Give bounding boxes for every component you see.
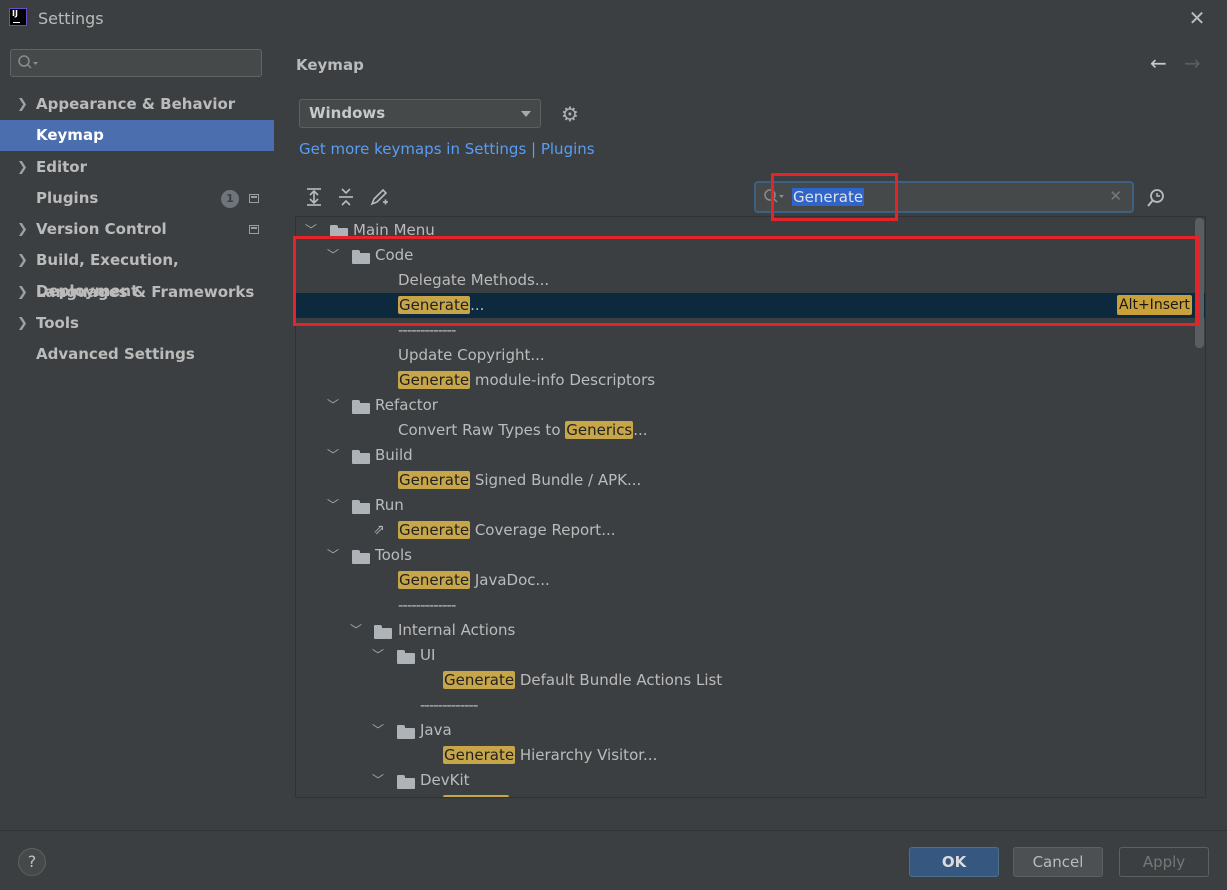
sidebar-item-plugins[interactable]: Plugins 1 [0,183,274,214]
search-icon [762,186,786,210]
keymap-filter-input[interactable]: Generate ✕ [754,181,1134,213]
sidebar-item-appearance-behavior[interactable]: ❯ Appearance & Behavior [0,89,274,120]
tree-row[interactable]: ﹀ Java [296,718,1205,743]
sidebar-item-tools[interactable]: ❯ Tools [0,308,274,339]
tree-row[interactable]: Generate Default Bundle Actions List [296,668,1205,693]
tree-row-selected[interactable]: Generate... Alt+Insert [296,293,1205,318]
page-title: Keymap [296,56,364,74]
close-icon[interactable]: ✕ [1185,6,1209,30]
sidebar-item-editor[interactable]: ❯ Editor [0,152,274,183]
chevron-right-icon: ❯ [17,285,28,300]
cancel-button[interactable]: Cancel [1013,847,1103,877]
title-bar [0,0,1227,38]
edit-shortcut-icon[interactable] [368,186,390,208]
window-title: Settings [38,9,104,28]
tree-row[interactable]: Update Copyright... [296,343,1205,368]
tree-row[interactable]: Generate Signed Bundle / APK... [296,468,1205,493]
tree-row[interactable]: Generate Hierarchy Visitor... [296,743,1205,768]
gear-icon[interactable]: ⚙ [559,103,581,125]
sidebar-item-keymap[interactable]: Keymap [0,120,274,151]
search-icon [18,55,38,69]
chevron-down-icon: ﹀ [327,398,340,412]
sidebar-item-languages-frameworks[interactable]: ❯ Languages & Frameworks [0,277,274,308]
folder-icon [330,225,348,239]
folder-icon [397,775,415,789]
tree-row[interactable]: Convert Raw Types to Generics... [296,418,1205,443]
chevron-right-icon: ❯ [17,97,28,112]
tree-row[interactable]: ﹀ Build [296,443,1205,468]
tree-scrollbar[interactable] [1195,218,1204,348]
tree-row[interactable]: Generate JavaDoc... [296,568,1205,593]
folder-icon [352,550,370,564]
highlight-mark [443,795,509,797]
folder-icon [352,400,370,414]
chevron-down-icon: ﹀ [327,248,340,262]
chevron-down-icon: ﹀ [372,723,385,737]
folder-icon [352,500,370,514]
sidebar-item-build-execution-deployment[interactable]: ❯ Build, Execution, Deployment [0,245,274,300]
sidebar-item-advanced-settings[interactable]: Advanced Settings [0,339,274,370]
folder-icon [397,725,415,739]
folder-icon [374,625,392,639]
tree-row[interactable]: ﹀ Tools [296,543,1205,568]
tree-row[interactable]: ﹀ DevKit [296,768,1205,793]
tree-row[interactable]: ﹀ Code [296,243,1205,268]
tree-row[interactable]: ﹀ Refactor [296,393,1205,418]
tree-row[interactable]: ﹀ Main Menu [296,218,1205,243]
tree-row[interactable]: ------------- [296,593,1205,618]
project-level-icon [249,194,259,203]
chevron-down-icon: ﹀ [305,223,318,237]
folder-icon [352,450,370,464]
shortcut-badge: Alt+Insert [1117,295,1192,315]
chevron-right-icon: ❯ [17,222,28,237]
chevron-right-icon: ❯ [17,253,28,268]
find-by-shortcut-icon[interactable] [1144,186,1168,210]
tree-row[interactable]: ﹀ Run [296,493,1205,518]
tree-row[interactable]: ------------- [296,318,1205,343]
chevron-down-icon: ﹀ [327,448,340,462]
chevron-down-icon: ﹀ [350,623,363,637]
sidebar-item-version-control[interactable]: ❯ Version Control [0,214,274,245]
ok-button[interactable]: OK [909,847,999,877]
chevron-down-icon: ﹀ [327,498,340,512]
tree-row-partial [296,793,1205,797]
tree-row[interactable]: ﹀ Internal Actions [296,618,1205,643]
help-button[interactable]: ? [18,848,46,876]
apply-button[interactable]: Apply [1119,847,1209,877]
chevron-right-icon: ❯ [17,160,28,175]
export-icon: ⇗ [373,522,385,538]
tree-row[interactable]: Generate module-info Descriptors [296,368,1205,393]
forward-arrow-icon[interactable]: → [1184,51,1201,75]
folder-icon [352,250,370,264]
dropdown-arrow-icon [521,111,531,117]
intellij-logo-icon: IJ [9,8,27,26]
notification-badge: 1 [221,190,239,208]
tree-row[interactable]: ------------- [296,693,1205,718]
settings-search-input[interactable] [10,49,262,77]
get-more-keymaps-link[interactable]: Get more keymaps in Settings | Plugins [299,140,595,158]
chevron-down-icon: ﹀ [372,773,385,787]
expand-all-icon[interactable] [303,186,325,208]
folder-icon [397,650,415,664]
actions-tree[interactable]: ﹀ Main Menu ﹀ Code Delegate Methods... G… [295,216,1206,798]
chevron-down-icon: ﹀ [327,548,340,562]
clear-icon[interactable]: ✕ [1109,187,1122,205]
collapse-all-icon[interactable] [335,186,357,208]
tree-row[interactable]: Delegate Methods... [296,268,1205,293]
tree-row[interactable]: ﹀ UI [296,643,1205,668]
project-level-icon [249,225,259,234]
keymap-select[interactable]: Windows [299,99,541,128]
back-arrow-icon[interactable]: ← [1150,51,1167,75]
tree-row[interactable]: ⇗ Generate Coverage Report... [296,518,1205,543]
chevron-down-icon: ﹀ [372,648,385,662]
chevron-right-icon: ❯ [17,316,28,331]
